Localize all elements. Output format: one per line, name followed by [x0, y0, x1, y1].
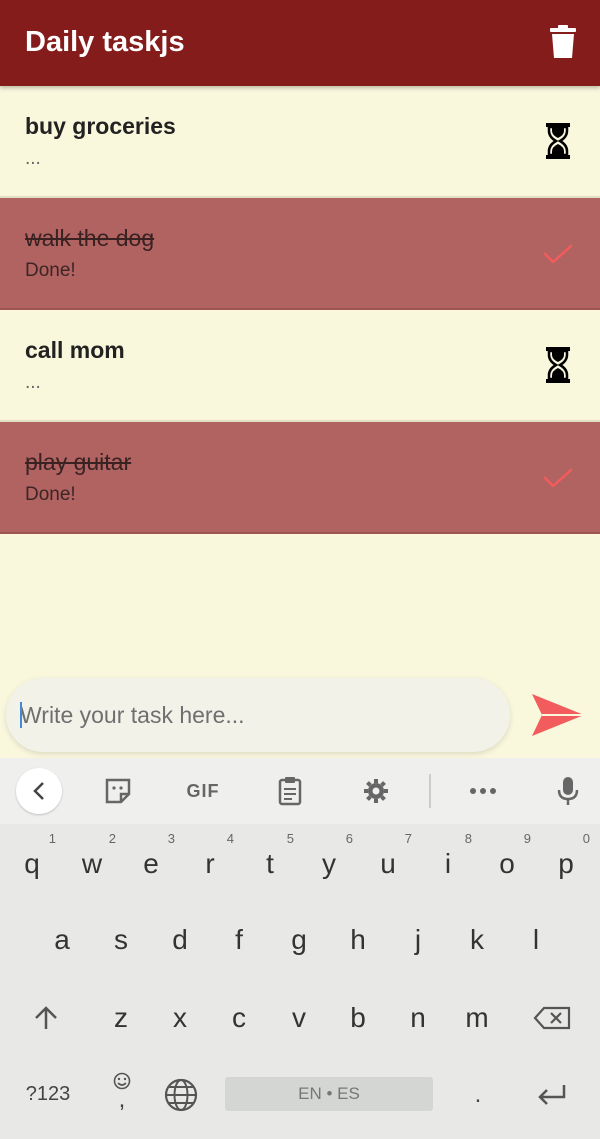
key-t[interactable]: t5: [242, 828, 298, 900]
task-title: walk the dog: [25, 225, 155, 251]
task-title: call mom: [25, 337, 125, 363]
key-r[interactable]: r4: [182, 828, 238, 900]
key-g[interactable]: g: [271, 904, 327, 976]
comma-label: ,: [118, 1086, 126, 1113]
key-x[interactable]: x: [152, 982, 208, 1054]
key-j[interactable]: j: [390, 904, 446, 976]
toolbar-divider: [429, 774, 431, 808]
hourglass-icon[interactable]: [544, 122, 572, 160]
key-l[interactable]: l: [508, 904, 564, 976]
task-title: play guitar: [25, 449, 132, 475]
check-icon[interactable]: [544, 458, 572, 496]
key-y[interactable]: y6: [301, 828, 357, 900]
task-input[interactable]: [6, 678, 510, 752]
key-s[interactable]: s: [93, 904, 149, 976]
key-a[interactable]: a: [34, 904, 90, 976]
key-b[interactable]: b: [330, 982, 386, 1054]
key-h[interactable]: h: [330, 904, 386, 976]
check-icon[interactable]: [544, 234, 572, 272]
task-subtitle: Done!: [25, 260, 76, 281]
key-w[interactable]: w2: [64, 828, 120, 900]
clipboard-icon[interactable]: [270, 768, 310, 814]
shift-icon[interactable]: [18, 982, 74, 1054]
chevron-left-icon[interactable]: [16, 768, 62, 814]
task-row[interactable]: walk the dog Done!: [0, 198, 600, 310]
send-icon[interactable]: [530, 690, 586, 740]
globe-icon[interactable]: [160, 1074, 202, 1116]
gif-button[interactable]: GIF: [180, 768, 226, 814]
key-o[interactable]: o9: [479, 828, 535, 900]
task-row[interactable]: call mom ...: [0, 310, 600, 422]
key-d[interactable]: d: [152, 904, 208, 976]
key-u[interactable]: u7: [360, 828, 416, 900]
key-p[interactable]: p0: [538, 828, 594, 900]
keyboard-toolbar: GIF: [0, 758, 600, 824]
period-key[interactable]: .: [460, 1074, 496, 1116]
key-f[interactable]: f: [211, 904, 267, 976]
hourglass-icon[interactable]: [544, 346, 572, 384]
task-row[interactable]: play guitar Done!: [0, 422, 600, 534]
key-n[interactable]: n: [390, 982, 446, 1054]
sticker-icon[interactable]: [98, 768, 138, 814]
space-bar[interactable]: EN • ES: [225, 1077, 433, 1111]
trash-icon[interactable]: [549, 25, 577, 59]
gear-icon[interactable]: [356, 768, 396, 814]
text-cursor: [20, 702, 22, 728]
task-title: buy groceries: [25, 113, 176, 139]
enter-icon[interactable]: [526, 1074, 578, 1116]
task-list: buy groceries ... walk the dog Done! cal…: [0, 86, 600, 534]
key-e[interactable]: e3: [123, 828, 179, 900]
key-k[interactable]: k: [449, 904, 505, 976]
task-subtitle: Done!: [25, 484, 76, 505]
key-v[interactable]: v: [271, 982, 327, 1054]
key-c[interactable]: c: [211, 982, 267, 1054]
key-i[interactable]: i8: [420, 828, 476, 900]
symbols-key[interactable]: ?123: [16, 1074, 80, 1114]
task-subtitle: ...: [25, 148, 41, 169]
comma-key[interactable]: ,: [100, 1064, 144, 1118]
app-bar: Daily taskjs: [0, 0, 600, 86]
key-m[interactable]: m: [449, 982, 505, 1054]
page-title: Daily taskjs: [25, 26, 185, 58]
task-row[interactable]: buy groceries ...: [0, 86, 600, 198]
key-q[interactable]: q1: [4, 828, 60, 900]
soft-keyboard: GIF q1 w2 e3 r4 t5 y6 u7 i8 o9 p0 a s d …: [0, 758, 600, 1139]
key-z[interactable]: z: [93, 982, 149, 1054]
more-icon[interactable]: [463, 768, 503, 814]
task-subtitle: ...: [25, 372, 41, 393]
task-composer: [0, 668, 600, 760]
backspace-icon[interactable]: [522, 982, 582, 1054]
mic-icon[interactable]: [550, 768, 586, 814]
